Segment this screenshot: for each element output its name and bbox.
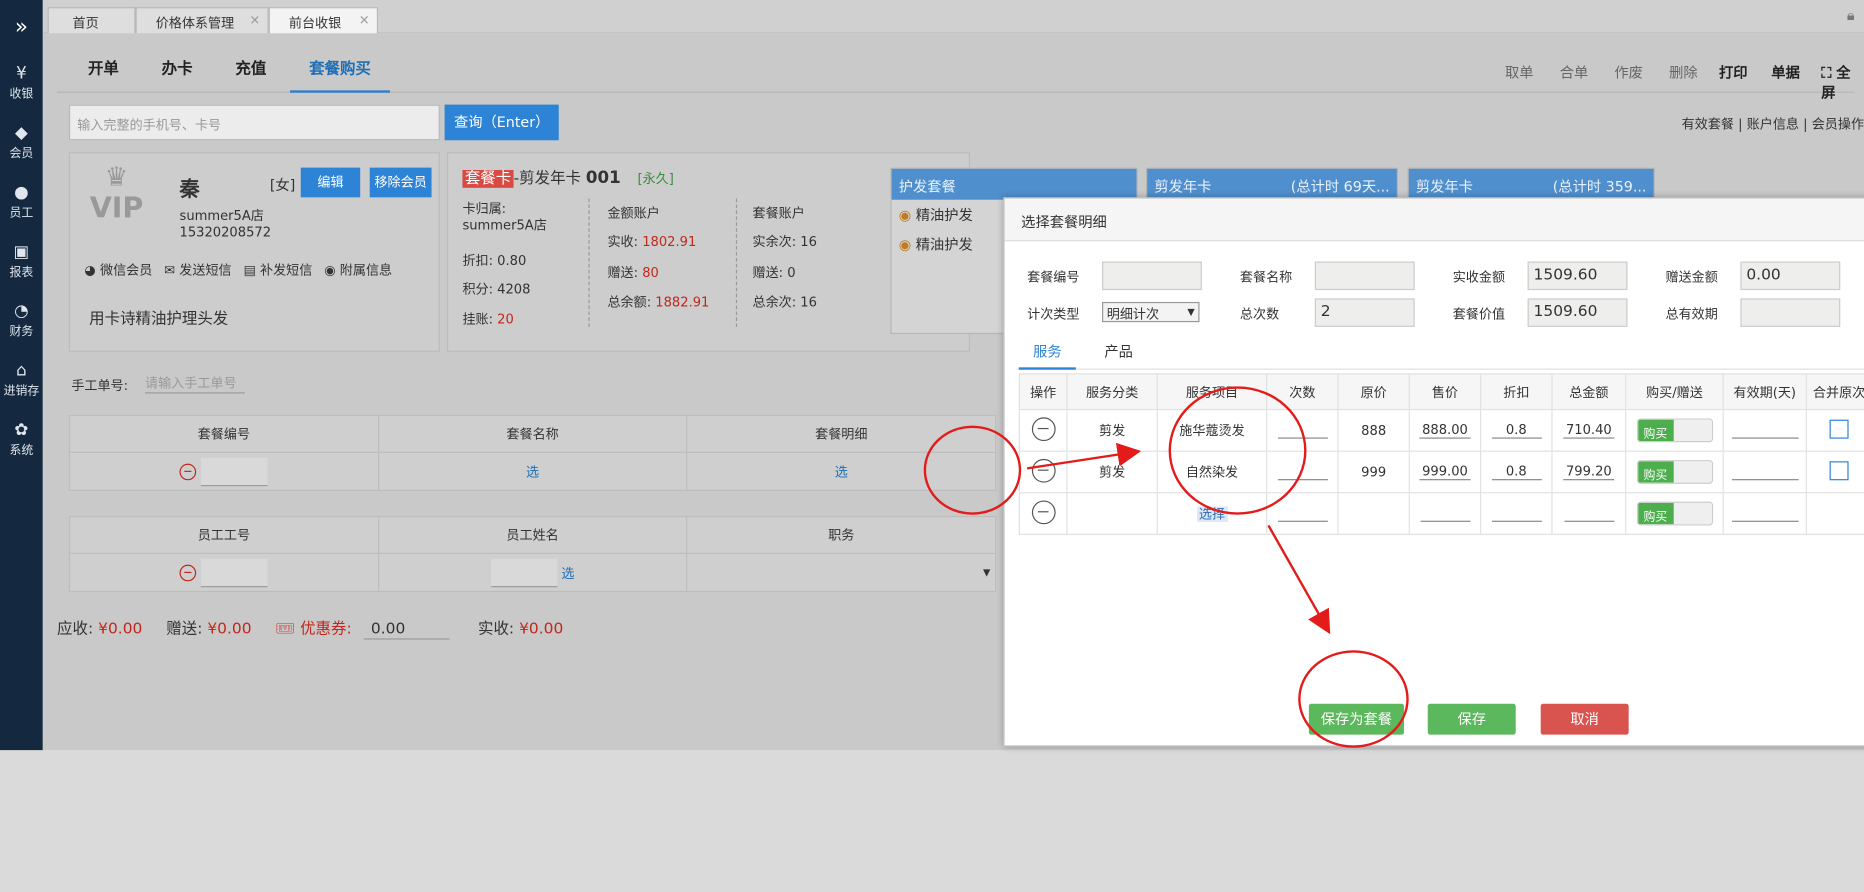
annotation-arrows <box>1026 442 1331 635</box>
